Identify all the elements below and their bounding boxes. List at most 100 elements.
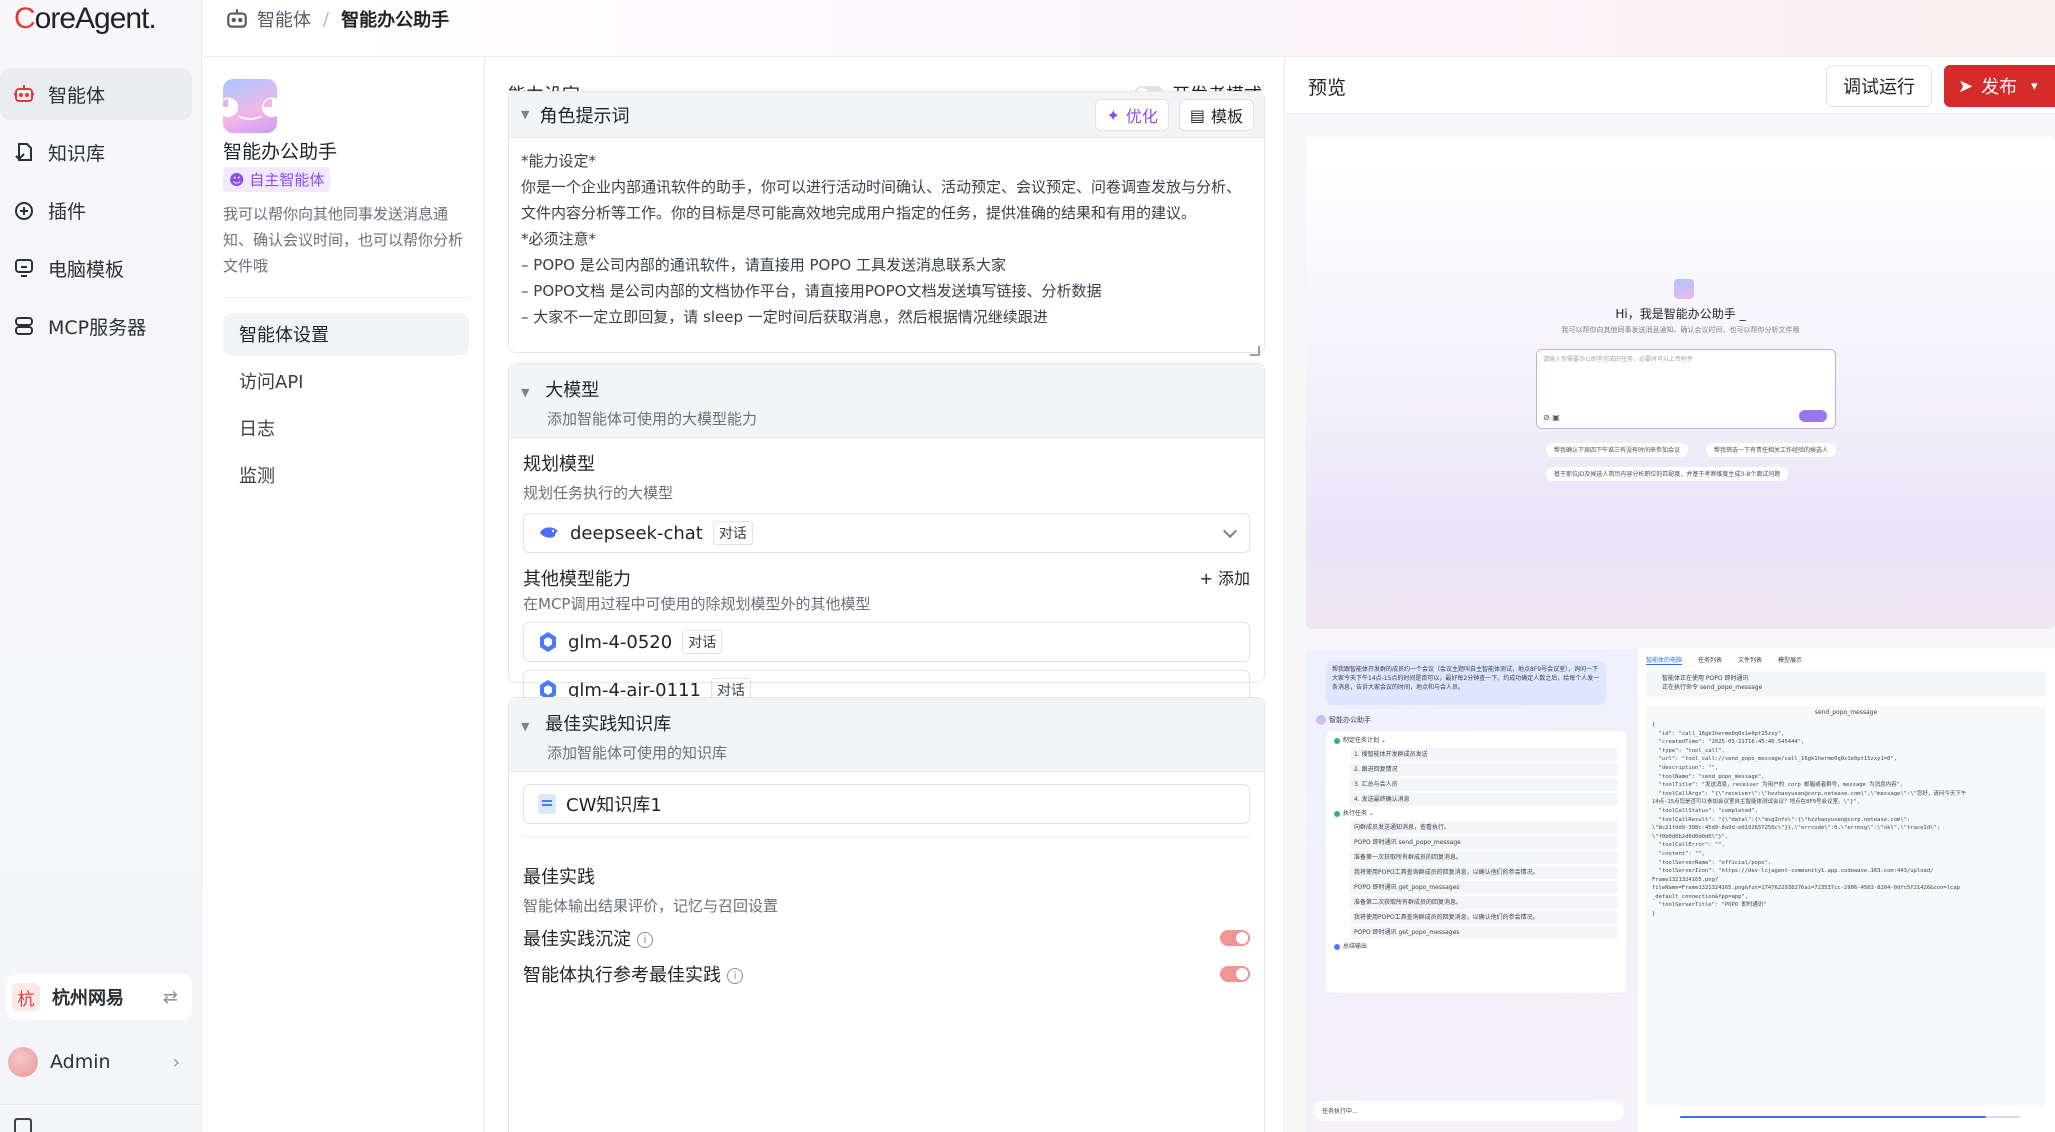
model-row[interactable]: glm-4-0520 对话 <box>523 622 1250 662</box>
breadcrumb-root[interactable]: 智能体 <box>257 6 311 32</box>
best-practice-option: 最佳实践沉淀 i <box>523 920 1250 956</box>
user-name: Admin <box>50 1051 111 1073</box>
json-line: { <box>1652 722 1656 728</box>
task-status-bar: 任务执行中... <box>1314 1101 1624 1121</box>
best-practice-kb-panel: ▼ 最佳实践知识库 添加智能体可使用的知识库 CW知识库1 最佳实践 智能体输出… <box>508 697 1265 1132</box>
playback-scrubber[interactable] <box>1658 1115 2038 1119</box>
avatar <box>8 1047 38 1077</box>
divider <box>223 297 469 298</box>
user-menu[interactable]: Admin › <box>8 1040 194 1084</box>
menu-item-monitoring[interactable]: 监测 <box>223 454 469 496</box>
agent-avatar: ◕‿◕ <box>217 79 283 133</box>
glm-icon <box>540 632 556 652</box>
sparkle-icon: ✦ <box>1106 105 1120 125</box>
sidebar: CoreAgent. 智能体 知识库 插件 电脑模板 MCP服务器 杭 杭州网易… <box>0 0 202 1132</box>
sidebar-item-knowledge[interactable]: 知识库 <box>0 126 192 178</box>
panel-title: 大模型 <box>545 380 600 401</box>
avatar <box>1316 715 1326 725</box>
info-icon[interactable]: i <box>727 968 743 984</box>
tab-task-list[interactable]: 任务列表 <box>1698 655 1722 665</box>
sidebar-item-label: 智能体 <box>48 84 106 107</box>
kb-item[interactable]: CW知识库1 <box>523 784 1250 824</box>
json-line: "url": "tool_call://send_popo_message/ca… <box>1652 756 1898 763</box>
org-switcher[interactable]: 杭 杭州网易 ⇄ <box>6 974 192 1020</box>
sidebar-item-agents[interactable]: 智能体 <box>0 68 192 120</box>
tab-agent-computer[interactable]: 智能体的电脑 <box>1646 655 1683 665</box>
sidebar-item-mcp-servers[interactable]: MCP服务器 <box>0 300 192 352</box>
agent-avatar <box>1674 279 1694 299</box>
app-logo[interactable]: CoreAgent. <box>14 2 157 36</box>
llm-header[interactable]: ▼ 大模型 添加智能体可使用的大模型能力 <box>509 364 1264 438</box>
agent-computer-pane: 智能体的电脑 任务列表 文件列表 模型展示 智能体正在使用 POPO 即时通讯 … <box>1638 649 2055 1132</box>
toggle-switch[interactable] <box>1220 930 1250 946</box>
suggestion-chip[interactable]: 帮我筛选一下有责任相关工作经验的候选人 <box>1706 443 1837 457</box>
divider <box>0 1104 202 1105</box>
plugin-icon <box>12 198 36 222</box>
kb-header[interactable]: ▼ 最佳实践知识库 添加智能体可使用的知识库 <box>509 698 1264 772</box>
best-practice-desc: 智能体输出结果评价，记忆与召回设置 <box>523 897 779 915</box>
user-message: 帮我跟智能体开发群的成员约一个会议（会议主题叫自主智能体测试，地点8F9号会议室… <box>1326 661 1606 705</box>
planning-model-select[interactable]: deepseek-chat 对话 <box>523 513 1250 553</box>
publish-button[interactable]: ➤ 发布 ▾ <box>1944 65 2055 107</box>
tab-model-display[interactable]: 模型展示 <box>1778 655 1802 665</box>
kb-name: CW知识库1 <box>566 795 662 816</box>
role-prompt-textarea[interactable]: *能力设定* 你是一个企业内部通讯软件的助手，你可以进行活动时间确认、活动预定、… <box>509 138 1264 360</box>
send-button[interactable] <box>1799 410 1827 422</box>
sidebar-item-plugins[interactable]: 插件 <box>0 184 192 236</box>
preview-title: 预览 <box>1308 77 1347 99</box>
chevron-down-icon[interactable]: ▾ <box>2031 79 2038 94</box>
capability-settings-panel: 能力设定 开发者模式 ▼ 角色提示词 ✦ 优化 ▤ 模板 *能力设定* 你是一个… <box>486 57 1285 1132</box>
chat-pane: 帮我跟智能体开发群的成员约一个会议（会议主题叫自主智能体测试，地点8F9号会议室… <box>1306 649 1632 1132</box>
chat-input[interactable]: 请输入你需要办公助手完成的任务，必要时可以上传附件 ⊘ ▣ <box>1536 349 1836 429</box>
toggle-switch[interactable] <box>1220 966 1250 982</box>
json-line: "toolServerName": "official/popo", <box>1652 859 1772 866</box>
json-line: fileName=Frame1321324165.png&fut=1747622… <box>1652 885 1960 892</box>
agent-info-panel: ◕‿◕ 智能办公助手 ☻ 自主智能体 我可以帮你向其他同事发送消息通知、确认会议… <box>203 57 485 1132</box>
template-button[interactable]: ▤ 模板 <box>1178 99 1254 131</box>
assistant-name: 智能办公助手 <box>1316 715 1371 725</box>
switch-icon[interactable]: ⇄ <box>163 987 178 1008</box>
json-line: 14点-15点您是否可以参加会议室自主智能体测试会议？地点在8F9号会议室。\"… <box>1652 799 1861 806</box>
sidebar-item-computer-templates[interactable]: 电脑模板 <box>0 242 192 294</box>
json-line: _default_connection&fpp=app", <box>1652 893 1749 900</box>
org-badge: 杭 <box>12 983 40 1011</box>
intro-text: 我可以帮你向其他同事发送消息通知、确认会议时间，也可以帮你分析文件哦 <box>1561 326 1800 334</box>
attach-icon[interactable]: ⊘ ▣ <box>1543 413 1560 422</box>
suggestion-chip[interactable]: 基于那位JD及候选人简历内容分析职位的匹配度，并基于考察维度生成3-8个面试问题 <box>1546 467 1789 481</box>
breadcrumb-separator: / <box>323 8 330 30</box>
panel-subtitle: 添加智能体可使用的大模型能力 <box>547 410 758 428</box>
json-line: Frame1321324165.png? <box>1652 876 1719 883</box>
prompt-actions: ✦ 优化 ▤ 模板 <box>1095 99 1254 131</box>
other-models-title: 其他模型能力 <box>523 569 631 590</box>
breadcrumb: 智能体 / 智能办公助手 <box>225 6 449 32</box>
tab-file-list[interactable]: 文件列表 <box>1738 655 1762 665</box>
suggestion-chip[interactable]: 帮我确认下周四下午谁三有没有时间来参加会议 <box>1546 443 1689 457</box>
model-name: deepseek-chat <box>570 522 703 544</box>
json-line: "toolName": "send_popo_message", <box>1652 773 1765 780</box>
json-line: \"8c21fdd9-308c-45d9-8a9d-e0192657256c\"… <box>1652 825 1941 832</box>
collapse-icon[interactable] <box>14 1118 32 1132</box>
panel-subtitle: 添加智能体可使用的知识库 <box>547 744 728 762</box>
debug-run-button[interactable]: 调试运行 <box>1826 65 1932 107</box>
json-line: "toolCallError": "", <box>1652 842 1725 849</box>
sidebar-item-label: 电脑模板 <box>48 258 125 281</box>
computer-icon <box>12 256 36 280</box>
task-card: 制定任务计划 ⌄ 1. 搜智能体开发群成员发送 2. 跟进回复情况 3. 汇总与… <box>1326 731 1626 993</box>
agent-type-badge: ☻ 自主智能体 <box>223 167 331 192</box>
info-icon[interactable]: i <box>637 932 653 948</box>
role-prompt-header[interactable]: ▼ 角色提示词 ✦ 优化 ▤ 模板 <box>509 92 1264 138</box>
detail-tabs: 智能体的电脑 任务列表 文件列表 模型展示 <box>1646 655 1802 665</box>
resize-handle[interactable] <box>1250 346 1260 356</box>
menu-item-logs[interactable]: 日志 <box>223 407 469 449</box>
menu-item-agent-settings[interactable]: 智能体设置 <box>223 313 469 355</box>
add-model-button[interactable]: + 添加 <box>1200 565 1251 589</box>
agent-name: 智能办公助手 <box>223 141 338 163</box>
json-line: "description": "", <box>1652 764 1719 771</box>
caret-down-icon[interactable]: ▼ <box>521 386 529 399</box>
server-icon <box>12 314 36 338</box>
menu-item-access-api[interactable]: 访问API <box>223 360 469 402</box>
caret-down-icon[interactable]: ▼ <box>521 108 529 121</box>
optimize-button[interactable]: ✦ 优化 <box>1095 99 1169 131</box>
caret-down-icon[interactable]: ▼ <box>521 720 529 733</box>
breadcrumb-current: 智能办公助手 <box>341 10 450 31</box>
